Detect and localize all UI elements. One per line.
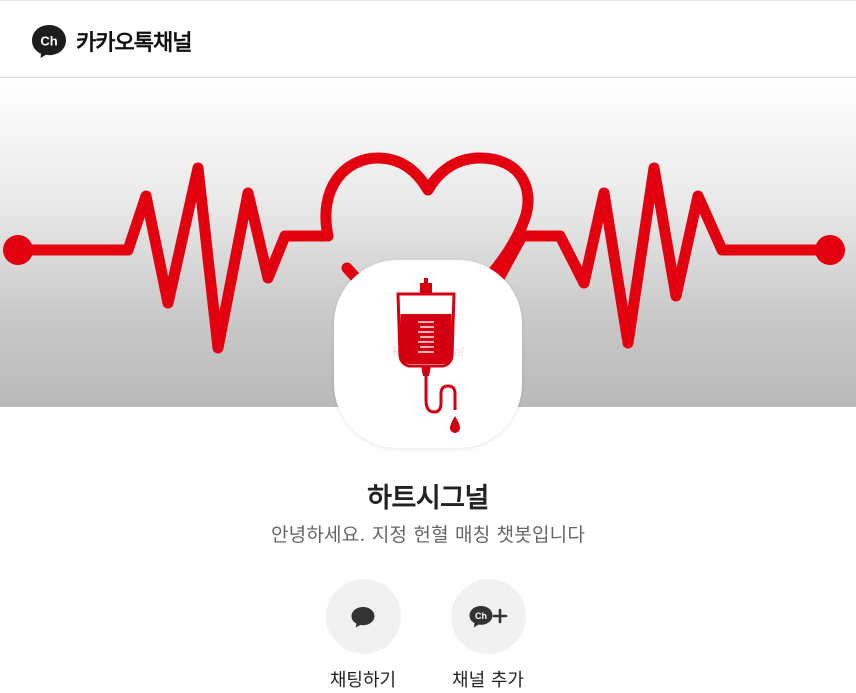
channel-add-icon: Ch (469, 605, 508, 627)
blood-bag-icon: Heart Signal (392, 278, 465, 433)
header: Ch 카카오톡채널 (0, 0, 856, 78)
svg-text:Ch: Ch (40, 34, 57, 49)
brand-name: 카카오톡채널 (76, 31, 192, 56)
chat-button-circle[interactable] (325, 579, 401, 654)
chat-button-label: 채팅하기 (329, 670, 397, 691)
chat-bubble-icon (351, 606, 375, 627)
chat-button[interactable]: 채팅하기 (308, 579, 418, 693)
add-channel-button-label: 채널 추가 (452, 670, 524, 691)
kakaotalk-channel-logo-icon: Ch (32, 25, 66, 58)
channel-name: 하트시그널 (367, 483, 489, 514)
add-channel-button-circle[interactable]: Ch (450, 579, 526, 654)
profile-watermark: Heart Signal (392, 344, 465, 359)
profile-image[interactable]: Heart Signal (334, 260, 522, 448)
kakaotalk-channel-home-link[interactable]: Ch 카카오톡채널 (31, 22, 192, 60)
svg-text:Ch: Ch (475, 611, 487, 621)
channel-page: Ch 카카오톡채널 Heart Signal 하트시그널 안녕하세요. 지정 헌… (0, 0, 856, 693)
channel-description: 안녕하세요. 지정 헌혈 매칭 챗봇입니다 (270, 524, 586, 546)
add-channel-button[interactable]: Ch 채널 추가 (433, 579, 543, 693)
